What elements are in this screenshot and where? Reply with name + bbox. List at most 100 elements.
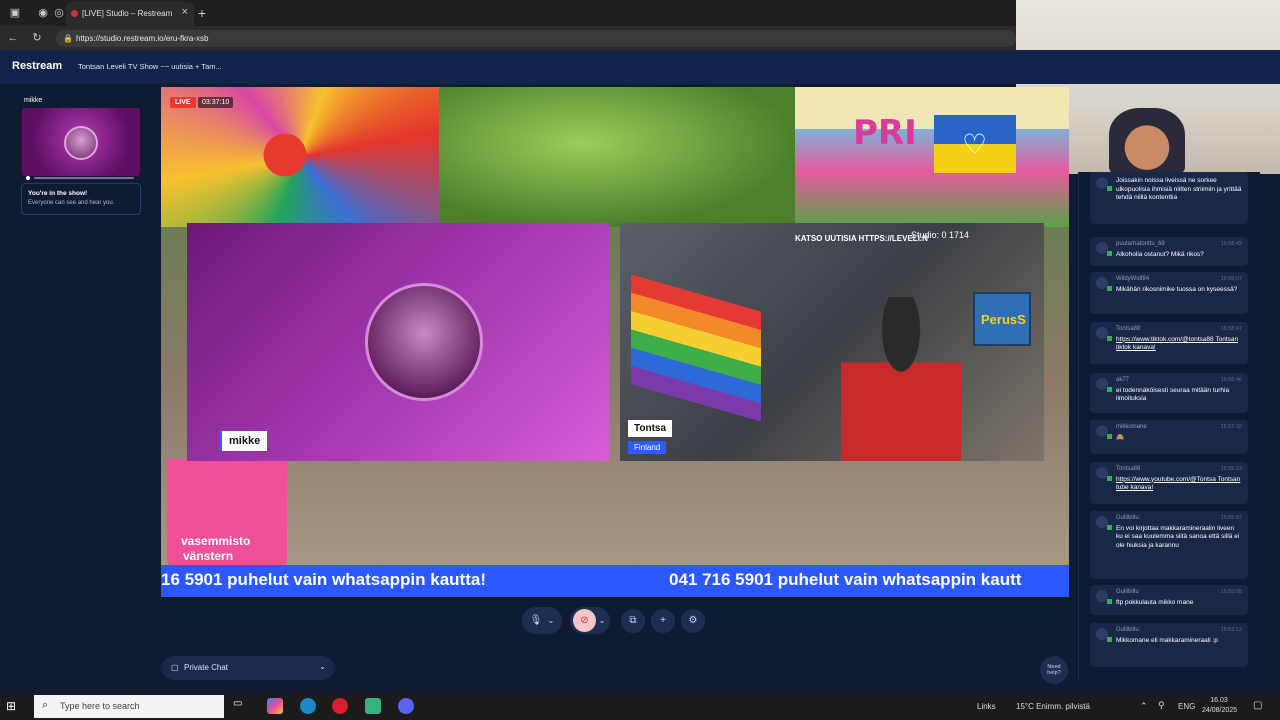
background-trees xyxy=(439,87,799,227)
notifications-icon[interactable]: ▢ xyxy=(1253,700,1262,711)
chat-text: En voi kirjottaa makkaramineraalin livee… xyxy=(1116,524,1240,549)
in-show-title: You're in the show! xyxy=(28,190,88,197)
live-badge: LIVE xyxy=(170,97,196,108)
chat-message: mikkomane 15:57:32 🙈 xyxy=(1090,420,1248,454)
chat-time: 15:55:13 xyxy=(1220,466,1242,472)
platform-badge-icon xyxy=(1107,434,1112,439)
platform-badge-icon xyxy=(1107,476,1112,481)
chat-text: Alkoholia ostanut? Mikä rikos? xyxy=(1116,250,1204,258)
perus-sign-text: PerusS xyxy=(981,312,1026,327)
screen-share-icon[interactable]: ⧉ xyxy=(621,609,645,633)
platform-badge-icon xyxy=(1107,387,1112,392)
live-timer: 03:37:10 xyxy=(198,97,234,108)
need-help-button[interactable]: Need help? xyxy=(1040,656,1068,684)
ticker-text-left: 16 5901 puhelut vain whatsappin kautta! xyxy=(161,570,486,589)
chat-message: Gullibillu 15:55:05 ftp pokkulauta mikko m… xyxy=(1090,585,1248,615)
close-tab-icon[interactable]: × xyxy=(182,6,188,18)
edge-icon[interactable] xyxy=(300,698,316,714)
participant-tile-mikke[interactable]: mikke xyxy=(187,223,609,461)
browser-tab-active[interactable]: [LIVE] Studio – Restream × xyxy=(66,2,194,26)
background-pride xyxy=(795,87,1069,227)
pride-sign-text: PRI xyxy=(853,113,917,153)
network-icon[interactable]: ⚲ xyxy=(1158,700,1165,711)
taskbar-clock[interactable]: 16.03 24/08/2025 xyxy=(1202,696,1238,716)
opera-icon[interactable] xyxy=(332,698,348,714)
chat-time: 15:59:07 xyxy=(1220,276,1242,282)
shirt-text-1: vasemmisto xyxy=(181,534,251,548)
background-heart xyxy=(253,127,317,197)
chat-time: 15:55:07 xyxy=(1220,515,1242,521)
chat-text: Mikkomane eli makkaramineraali :p xyxy=(1116,636,1218,644)
new-tab-icon[interactable]: + xyxy=(193,4,211,22)
search-placeholder: Type here to search xyxy=(60,701,140,711)
mic-dropdown-icon[interactable]: ⌄ xyxy=(544,609,558,633)
platform-badge-icon xyxy=(1107,599,1112,604)
ticker-text-right: 041 716 5901 puhelut vain whatsappin kau… xyxy=(669,570,1022,589)
show-title[interactable]: Tontsan Leveli TV Show ~~ uutisia + Tam.… xyxy=(78,62,222,71)
chat-message: Joissakin noissa liveissä ne sorkee ulko… xyxy=(1090,172,1248,224)
url-field[interactable]: 🔒 https://studio.restream.io/eru-fkra-xs… xyxy=(56,30,1016,47)
platform-badge-icon xyxy=(1107,525,1112,530)
audio-level-bar xyxy=(26,167,136,180)
tab-title: [LIVE] Studio – Restream xyxy=(82,9,173,18)
clock-time: 16.03 xyxy=(1210,697,1228,704)
heart-icon: ♡ xyxy=(962,129,988,160)
search-icon: ⌕ xyxy=(42,699,49,711)
stage-canvas: PRI vasemmisto vänstern mikke KATSO UUTI… xyxy=(161,87,1069,597)
chat-time: 15:58:47 xyxy=(1220,326,1242,332)
chat-text[interactable]: https://www.tiktok.com/@tontsa88 Tontsan… xyxy=(1116,336,1242,353)
url-text: https://studio.restream.io/eru-fkra-xsb xyxy=(76,34,209,43)
chat-text[interactable]: https://www.youtube.com/@Tontsa Tontsan … xyxy=(1116,476,1242,493)
platform-badge-icon xyxy=(1107,251,1112,256)
chat-message: ak77 15:58:46 ei todennäköisesti seuraa mi… xyxy=(1090,373,1248,413)
clock-date: 24/08/2025 xyxy=(1202,707,1238,714)
shirt-text-2: vänstern xyxy=(183,549,234,563)
weather-widget[interactable]: 15°C Enimm. pilvistä xyxy=(1016,702,1090,711)
taskbar-search-box[interactable]: ⌕ Type here to search xyxy=(34,695,224,718)
platform-badge-icon xyxy=(1107,286,1112,291)
mikke-avatar xyxy=(365,283,483,401)
tray-links[interactable]: Links xyxy=(977,702,996,711)
katso-banner: KATSO UUTISIA HTTPS://LEVELI.N xyxy=(795,234,928,243)
tile-name-tontsa: Tontsa xyxy=(628,420,673,437)
camera-off-icon[interactable]: ⊘ xyxy=(573,609,596,632)
webcam-person xyxy=(1109,108,1185,174)
chat-message: puutarhatonttu_69 15:58:43 Alkoholia ostan… xyxy=(1090,237,1248,266)
window-menu-icon[interactable]: ▣ xyxy=(6,4,24,22)
camera-dropdown-icon[interactable]: ⌄ xyxy=(596,609,608,633)
task-view-icon[interactable]: ▭ xyxy=(233,698,249,714)
back-icon[interactable]: ← xyxy=(4,29,22,47)
app-icon-green[interactable] xyxy=(365,698,381,714)
in-show-subtitle: Everyone can see and hear you. xyxy=(28,200,115,206)
refresh-icon[interactable]: ↻ xyxy=(28,29,46,47)
platform-badge-icon xyxy=(1107,336,1112,341)
chat-text: 🙈 xyxy=(1116,433,1125,441)
chat-time: 15:57:32 xyxy=(1220,424,1242,430)
participant-name: mikke xyxy=(24,97,43,104)
private-chat-dropdown[interactable]: ▢ Private Chat ⌄ xyxy=(162,656,334,680)
discord-icon[interactable] xyxy=(398,698,414,714)
chat-message: Tontsa88 15:58:47 https://www.tiktok.com/@… xyxy=(1090,322,1248,364)
tontsa-person xyxy=(841,297,961,461)
chat-message: Gullibillu 15:53:13 Mikkomane eli makkaram… xyxy=(1090,623,1248,667)
restream-logo[interactable]: Restream xyxy=(12,60,62,72)
participant-avatar xyxy=(64,126,98,160)
platform-badge-icon xyxy=(1107,637,1112,642)
chat-time: 15:58:43 xyxy=(1220,241,1242,247)
chat-text: Mikähän rikosnimike tuossa on kyseessä? xyxy=(1116,285,1238,293)
copilot-icon[interactable] xyxy=(267,698,283,714)
settings-gear-icon[interactable]: ⚙ xyxy=(681,609,705,633)
windows-start-icon[interactable]: ⊞ xyxy=(6,699,20,713)
private-chat-label: Private Chat xyxy=(184,663,229,672)
tray-chevron-icon[interactable]: ⌃ xyxy=(1140,701,1148,712)
chat-time: 15:55:05 xyxy=(1220,589,1242,595)
language-indicator[interactable]: ENG xyxy=(1178,702,1195,711)
add-icon[interactable]: + xyxy=(651,609,675,633)
studio-counter: Studio: 0 1714 xyxy=(911,230,970,240)
chat-bubble-icon: ▢ xyxy=(171,663,179,672)
chat-message: WildyWolf84 15:59:07 Mikähän rikosnimike t… xyxy=(1090,272,1248,314)
platform-badge-icon xyxy=(1107,186,1112,191)
chat-time: 15:58:46 xyxy=(1220,377,1242,383)
tile-name-mikke: mikke xyxy=(219,431,268,451)
chat-text: ei todennäköisesti seuraa mitään turhia … xyxy=(1116,386,1230,403)
